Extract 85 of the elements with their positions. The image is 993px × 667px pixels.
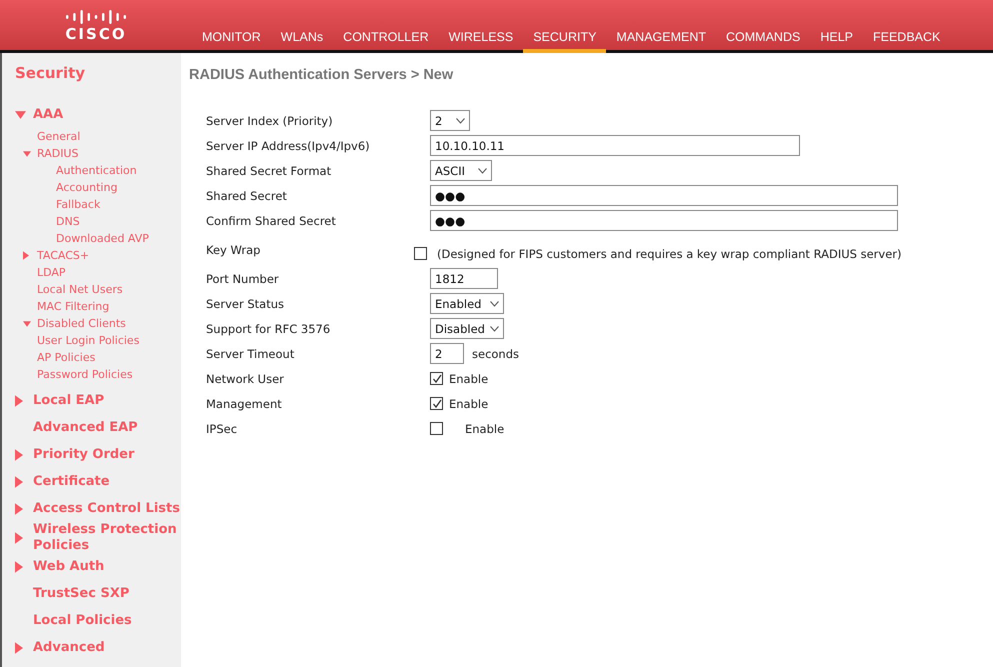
page-title: RADIUS Authentication Servers > New	[189, 67, 454, 83]
caret-right-icon[interactable]	[15, 642, 23, 654]
sidebar-item[interactable]: Accounting	[56, 180, 118, 194]
chevron-down-icon	[456, 118, 465, 124]
sidebar-item[interactable]: Advanced	[33, 640, 105, 656]
field-label: Confirm Shared Secret	[206, 212, 336, 230]
chevron-down-icon	[490, 326, 499, 332]
field-label: Server IP Address(Ipv4/Ipv6)	[206, 138, 370, 154]
checkbox[interactable]	[430, 422, 443, 435]
caret-right-icon[interactable]	[15, 476, 23, 488]
sidebar-title: Security	[14, 64, 86, 82]
field-label: Server Status	[206, 296, 284, 312]
menu-tab[interactable]: FEEDBACK	[862, 30, 950, 53]
checkbox[interactable]	[430, 372, 443, 385]
sidebar-item[interactable]: DNS	[56, 214, 80, 228]
field-label: Server Index (Priority)	[206, 112, 333, 130]
unit-label: seconds	[472, 346, 520, 360]
menu-tab[interactable]: WIRELESS	[438, 30, 524, 53]
sidebar-item[interactable]: AAA	[33, 106, 64, 122]
menu-tab[interactable]: COMMANDS	[716, 30, 810, 53]
sidebar-item[interactable]: Local Policies	[33, 612, 132, 628]
sidebar-item[interactable]: Local EAP	[33, 392, 104, 408]
sidebar-item[interactable]: Certificate	[33, 474, 110, 490]
caret-down-icon[interactable]	[23, 320, 31, 326]
chevron-down-icon	[490, 300, 499, 306]
caret-right-icon[interactable]	[23, 251, 29, 260]
checkbox-label: Enable	[449, 396, 488, 410]
sidebar-item[interactable]: Web Auth	[33, 558, 104, 574]
menu-tab[interactable]: CONTROLLER	[333, 30, 439, 53]
menu-tab[interactable]: MONITOR	[192, 30, 271, 53]
caret-down-icon[interactable]	[23, 150, 31, 156]
sidebar-item[interactable]: AP Policies	[37, 350, 96, 364]
caret-down-icon[interactable]	[15, 110, 26, 118]
text-field[interactable]: 1812	[430, 268, 498, 289]
checkbox-label: Enable	[449, 372, 488, 386]
field-label: Server Timeout	[206, 346, 294, 362]
caret-right-icon[interactable]	[15, 502, 23, 514]
text-field[interactable]: 2	[430, 343, 464, 364]
sidebar-item[interactable]: LDAP	[37, 266, 66, 280]
field-label: Management	[206, 396, 282, 412]
dropdown[interactable]: Disabled	[430, 318, 504, 339]
text-field[interactable]: 10.10.10.11	[430, 135, 800, 156]
sidebar-item[interactable]: General	[37, 130, 80, 144]
sidebar-item[interactable]: Priority Order	[33, 446, 134, 462]
sidebar-item[interactable]: Fallback	[56, 198, 100, 212]
field-label: Support for RFC 3576	[206, 320, 330, 338]
caret-right-icon[interactable]	[15, 394, 23, 406]
checkbox[interactable]	[414, 247, 427, 260]
menu-tab[interactable]: SECURITY	[523, 30, 606, 53]
logo-text: CISCO	[65, 24, 127, 42]
menu-tab[interactable]: WLANs	[270, 30, 334, 53]
dropdown[interactable]: Enabled	[430, 293, 504, 314]
sidebar-item[interactable]: Local Net Users	[37, 282, 123, 296]
chevron-down-icon	[478, 168, 487, 174]
note-text: (Designed for FIPS customers and requires a key wrap compliant RADIUS server)	[437, 246, 902, 260]
sidebar-item[interactable]: Password Policies	[37, 368, 133, 382]
field-label: Shared Secret Format	[206, 162, 332, 180]
sidebar-item[interactable]: MAC Filtering	[37, 300, 110, 314]
menu-tab[interactable]: HELP	[810, 30, 863, 53]
dropdown[interactable]: 2	[430, 110, 470, 131]
sidebar-item[interactable]: Advanced EAP	[33, 420, 138, 436]
field-label: Port Number	[206, 270, 279, 288]
sidebar-item[interactable]: Access Control Lists	[33, 500, 180, 516]
field-label: IPSec	[206, 420, 238, 438]
checkbox[interactable]	[430, 397, 443, 410]
dropdown[interactable]: ASCII	[430, 160, 492, 181]
caret-right-icon[interactable]	[15, 532, 23, 544]
sidebar-item[interactable]: Disabled Clients	[37, 316, 126, 330]
logo-icon	[63, 8, 129, 24]
caret-right-icon[interactable]	[15, 560, 23, 573]
sidebar-item[interactable]: TACACS+	[37, 248, 90, 262]
checkbox-label: Enable	[465, 422, 504, 436]
sidebar-item[interactable]: Wireless Protection Policies	[33, 522, 181, 554]
sidebar-item[interactable]: RADIUS	[37, 146, 78, 160]
field-label: Network User	[206, 370, 284, 388]
menu-tab[interactable]: MANAGEMENT	[606, 30, 716, 53]
text-field[interactable]: ●●●	[430, 210, 898, 231]
caret-right-icon[interactable]	[15, 448, 23, 460]
text-field[interactable]: ●●●	[430, 185, 898, 206]
field-label: Shared Secret	[206, 188, 287, 204]
field-label: Key Wrap	[206, 242, 260, 258]
sidebar-item[interactable]: User Login Policies	[37, 334, 140, 348]
sidebar-item[interactable]: Authentication	[56, 164, 137, 178]
sidebar-item[interactable]: Downloaded AVP	[56, 232, 149, 246]
sidebar-item[interactable]: TrustSec SXP	[33, 586, 130, 602]
